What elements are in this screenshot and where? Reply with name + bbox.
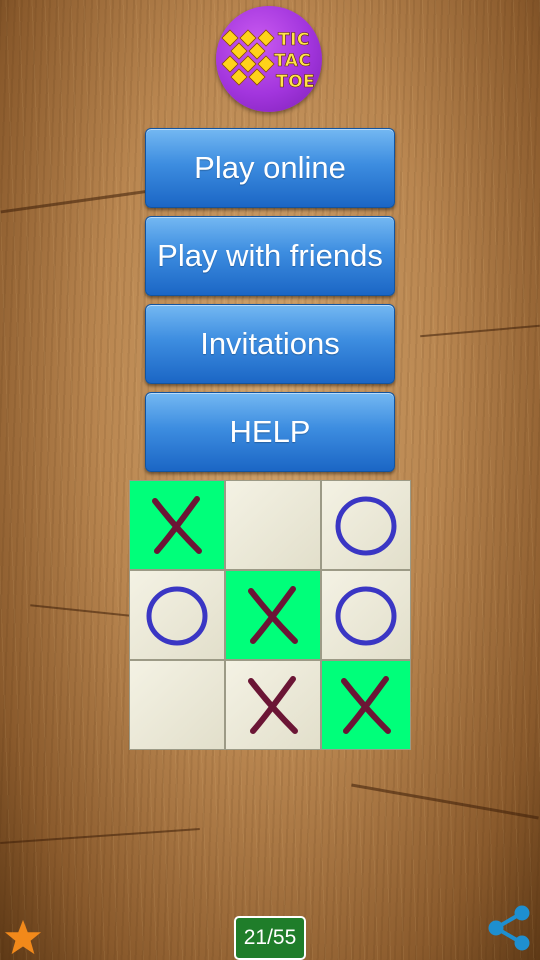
level-counter: 21/55	[234, 916, 306, 960]
board-cell[interactable]	[225, 570, 321, 660]
wood-crack	[0, 828, 200, 844]
board-cell[interactable]	[321, 570, 411, 660]
wood-crack	[420, 324, 540, 338]
o-mark-icon	[146, 586, 208, 646]
board-cell[interactable]	[129, 480, 225, 570]
board-cell[interactable]	[321, 480, 411, 570]
diamond-pattern-icon	[221, 29, 275, 86]
board-cell[interactable]	[321, 660, 411, 750]
x-mark-icon	[341, 676, 391, 734]
x-mark-icon	[248, 586, 298, 644]
board-cell[interactable]	[129, 660, 225, 750]
wood-crack	[0, 189, 150, 214]
game-logo: TIC TAC TOE	[216, 6, 322, 112]
board-cell[interactable]	[225, 660, 321, 750]
x-mark-icon	[152, 496, 202, 554]
x-mark-icon	[248, 676, 298, 734]
share-icon[interactable]	[486, 904, 532, 952]
o-mark-icon	[335, 496, 397, 556]
invitations-button[interactable]: Invitations	[145, 304, 395, 384]
play-with-friends-button[interactable]: Play with friends	[145, 216, 395, 296]
board-cell[interactable]	[129, 570, 225, 660]
logo-text-tac: TAC	[274, 51, 312, 72]
o-mark-icon	[335, 586, 397, 646]
logo-text-toe: TOE	[276, 72, 316, 93]
help-button[interactable]: HELP	[145, 392, 395, 472]
logo-text-tic: TIC	[278, 30, 310, 51]
game-board	[129, 480, 411, 750]
board-cell[interactable]	[225, 480, 321, 570]
star-icon[interactable]	[4, 918, 42, 956]
wood-crack	[351, 783, 539, 820]
play-online-button[interactable]: Play online	[145, 128, 395, 208]
wood-crack	[30, 604, 140, 618]
